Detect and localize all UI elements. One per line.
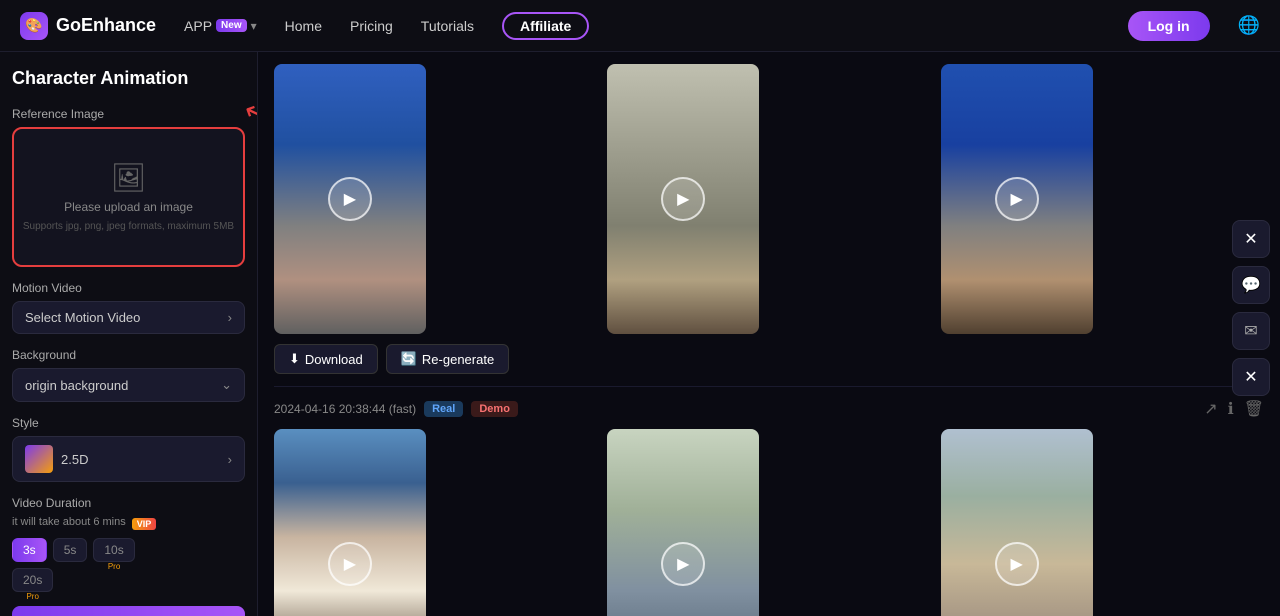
nav-pricing[interactable]: Pricing xyxy=(350,18,393,34)
float-close-button-2[interactable]: ✕ xyxy=(1232,358,1270,396)
duration-tab-5s[interactable]: 5s xyxy=(53,538,88,562)
style-thumbnail xyxy=(25,445,53,473)
style-label: Style xyxy=(12,416,245,430)
affiliate-button[interactable]: Affiliate xyxy=(502,12,589,40)
pro-label-10s: Pro xyxy=(108,562,120,571)
style-value: 2.5D xyxy=(61,452,88,467)
motion-video-select[interactable]: Select Motion Video › xyxy=(12,301,245,334)
logo[interactable]: 🎨 GoEnhance xyxy=(20,12,156,40)
video-section-top: ▶ ▶ ▶ ⬇ Download 🔄 Re-generate xyxy=(274,52,1264,387)
app-label: APP xyxy=(184,18,212,34)
delete-button-2[interactable]: 🗑 xyxy=(1244,399,1264,419)
video-thumb-cat-outdoor[interactable]: ▶ xyxy=(941,429,1093,616)
style-row: 2.5D xyxy=(25,445,88,473)
video-duration-label: Video Duration xyxy=(12,496,245,510)
section-timestamp-2: 2024-04-16 20:38:44 (fast) xyxy=(274,402,416,416)
video-grid-top: ▶ ▶ ▶ xyxy=(274,64,1264,334)
navbar: 🎨 GoEnhance APP New ▾ Home Pricing Tutor… xyxy=(0,0,1280,52)
play-button-cat-outdoor[interactable]: ▶ xyxy=(995,542,1039,586)
video-duration-section: Video Duration it will take about 6 mins… xyxy=(12,496,245,592)
regenerate-button-top[interactable]: 🔄 Re-generate xyxy=(386,344,509,374)
background-section: Background origin background ⌄ xyxy=(12,348,245,402)
float-buttons: ✕ 💬 ✉ ✕ xyxy=(1232,220,1270,396)
duration-hint: it will take about 6 mins xyxy=(12,516,126,528)
float-close-button-1[interactable]: ✕ xyxy=(1232,220,1270,258)
section-header-2: 2024-04-16 20:38:44 (fast) Real Demo ↗ ℹ… xyxy=(274,399,1264,419)
play-button-2[interactable]: ▶ xyxy=(661,177,705,221)
background-value: origin background xyxy=(25,378,128,393)
video-thumb-1[interactable]: ▶ xyxy=(274,64,426,334)
play-button-girl[interactable]: ▶ xyxy=(661,542,705,586)
tag-real-2: Real xyxy=(424,401,463,417)
float-discord-button[interactable]: 💬 xyxy=(1232,266,1270,304)
video-thumb-girl[interactable]: ▶ xyxy=(607,429,759,616)
chevron-right-icon-style: › xyxy=(228,452,232,467)
nav-tutorials[interactable]: Tutorials xyxy=(421,18,474,34)
action-row-top: ⬇ Download 🔄 Re-generate xyxy=(274,344,1264,374)
vip-badge: VIP xyxy=(132,518,157,530)
background-select[interactable]: origin background ⌄ xyxy=(12,368,245,402)
content-area: ▶ ▶ ▶ ⬇ Download 🔄 Re-generate xyxy=(258,52,1280,616)
style-select[interactable]: 2.5D › xyxy=(12,436,245,482)
download-label-top: Download xyxy=(305,352,363,367)
login-button[interactable]: Log in xyxy=(1128,11,1210,41)
main-layout: Character Animation Reference Image 🖼 Pl… xyxy=(0,52,1280,616)
info-button-2[interactable]: ℹ xyxy=(1228,399,1234,419)
play-button-cat-school[interactable]: ▶ xyxy=(328,542,372,586)
float-email-button[interactable]: ✉ xyxy=(1232,312,1270,350)
play-button-3[interactable]: ▶ xyxy=(995,177,1039,221)
style-section: Style 2.5D › xyxy=(12,416,245,482)
regen-label-top: Re-generate xyxy=(422,352,494,367)
tag-demo-2: Demo xyxy=(471,401,518,417)
reference-image-upload[interactable]: 🖼 Please upload an image Supports jpg, p… xyxy=(12,127,245,267)
section-icons-2: ↗ ℹ 🗑 xyxy=(1204,399,1264,419)
video-thumb-3[interactable]: ▶ xyxy=(941,64,1093,334)
duration-tab-3s[interactable]: 3s xyxy=(12,538,47,562)
video-thumb-cat-school[interactable]: ▶ xyxy=(274,429,426,616)
app-badge[interactable]: APP New ▾ xyxy=(184,18,257,34)
page-title: Character Animation xyxy=(12,68,245,89)
globe-icon[interactable]: 🌐 xyxy=(1238,15,1260,36)
background-label: Background xyxy=(12,348,245,362)
reference-image-label: Reference Image xyxy=(12,107,245,121)
motion-video-label: Motion Video xyxy=(12,281,245,295)
logo-icon: 🎨 xyxy=(20,12,48,40)
video-thumb-2[interactable]: ▶ xyxy=(607,64,759,334)
play-button-1[interactable]: ▶ xyxy=(328,177,372,221)
chevron-right-icon: › xyxy=(228,310,232,325)
motion-video-section: Motion Video Select Motion Video › xyxy=(12,281,245,334)
share-button-2[interactable]: ↗ xyxy=(1204,399,1217,419)
upload-icon: 🖼 xyxy=(111,161,147,194)
chevron-down-icon: ⌄ xyxy=(221,377,232,393)
upload-text: Please upload an image xyxy=(64,200,193,214)
video-grid-2: ▶ ▶ ▶ xyxy=(274,429,1264,616)
reference-image-section: Reference Image 🖼 Please upload an image… xyxy=(12,107,245,267)
nav-home[interactable]: Home xyxy=(285,18,322,34)
duration-tabs: 3s 5s 10sPro xyxy=(12,538,245,562)
chevron-down-icon: ▾ xyxy=(251,19,257,33)
upload-subtext: Supports jpg, png, jpeg formats, maximum… xyxy=(23,220,234,234)
download-icon-top: ⬇ xyxy=(289,351,300,367)
duration-tab-20s[interactable]: 20sPro xyxy=(12,568,53,592)
duration-tab-10s[interactable]: 10sPro xyxy=(93,538,134,562)
sidebar: Character Animation Reference Image 🖼 Pl… xyxy=(0,52,258,616)
download-button-top[interactable]: ⬇ Download xyxy=(274,344,378,374)
pro-label-20s: Pro xyxy=(26,592,38,601)
generate-button[interactable]: Generate (15 ⚡) xyxy=(12,606,245,616)
video-section-2: 2024-04-16 20:38:44 (fast) Real Demo ↗ ℹ… xyxy=(274,387,1264,616)
motion-video-value: Select Motion Video xyxy=(25,310,140,325)
nav-links: Home Pricing Tutorials xyxy=(285,18,474,34)
logo-text: GoEnhance xyxy=(56,15,156,36)
new-badge: New xyxy=(216,19,247,32)
regen-icon-top: 🔄 xyxy=(401,351,417,367)
